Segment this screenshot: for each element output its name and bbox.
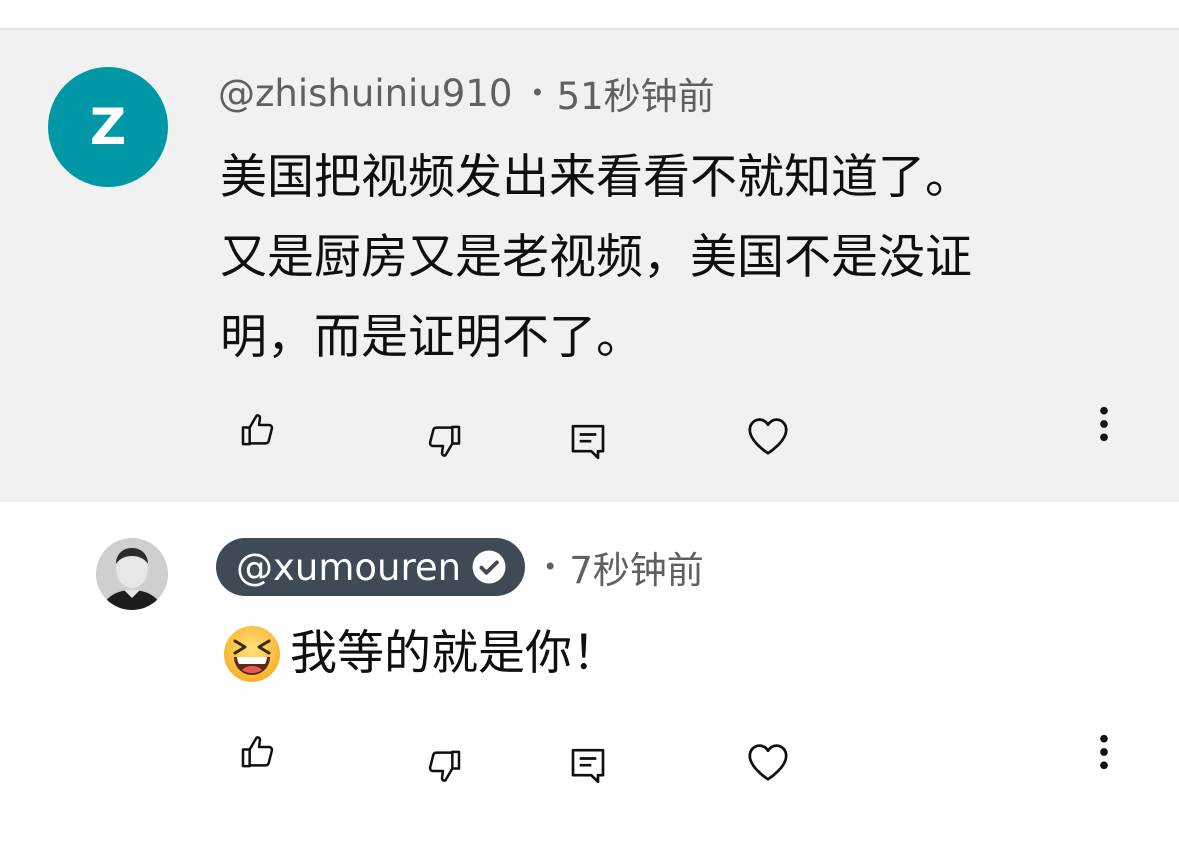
reply-button[interactable]	[564, 742, 612, 790]
top-divider-bar	[0, 0, 1179, 30]
avatar[interactable]: Z	[48, 67, 168, 187]
author-name[interactable]: @zhishuiniu910	[218, 72, 512, 115]
heart-button[interactable]	[744, 412, 792, 460]
comment-text-line: 又是厨房又是老视频，美国不是没证	[220, 230, 972, 285]
comment-card: @xumouren • 7秒钟前 我等的就是你！	[0, 502, 1179, 846]
more-icon	[1100, 734, 1108, 770]
reply-button[interactable]	[564, 418, 612, 466]
more-button[interactable]	[1080, 728, 1128, 776]
avatar-letter: Z	[89, 98, 127, 156]
user-photo-icon	[96, 538, 168, 610]
verified-check-icon	[472, 550, 506, 584]
more-button[interactable]	[1080, 400, 1128, 448]
heart-icon	[748, 418, 788, 455]
avatar[interactable]	[96, 538, 168, 610]
more-icon	[1100, 406, 1108, 442]
like-icon	[241, 414, 274, 446]
author-chip[interactable]: @xumouren	[216, 538, 526, 596]
separator-dot: •	[530, 79, 545, 107]
dislike-button[interactable]	[420, 417, 468, 465]
comment-header: @zhishuiniu910 • 51秒钟前	[218, 68, 715, 119]
comment-text-line: 美国把视频发出来看看不就知道了。	[220, 150, 972, 205]
like-icon	[241, 736, 274, 768]
heart-icon	[748, 744, 788, 781]
reply-icon	[571, 748, 605, 784]
comment-header: @xumouren • 7秒钟前	[216, 538, 704, 596]
dislike-icon	[428, 750, 461, 782]
reply-icon	[571, 424, 605, 460]
dislike-icon	[428, 425, 461, 457]
dislike-button[interactable]	[420, 742, 468, 790]
separator-dot: •	[543, 553, 558, 581]
like-button[interactable]	[234, 406, 282, 454]
comment-text-line: 我等的就是你！	[290, 626, 619, 681]
comment-card: Z @zhishuiniu910 • 51秒钟前 美国把视频发出来看看不就知道了…	[0, 30, 1179, 502]
comment-text: 我等的就是你！	[222, 614, 1122, 694]
author-name: @xumouren	[236, 545, 462, 589]
grinning-squinting-face-emoji	[224, 626, 280, 682]
timestamp: 51秒钟前	[556, 75, 715, 118]
like-button[interactable]	[234, 728, 282, 776]
heart-button[interactable]	[744, 738, 792, 786]
comment-text-line: 明，而是证明不了。	[220, 310, 643, 365]
comment-text: 美国把视频发出来看看不就知道了。 又是厨房又是老视频，美国不是没证 明，而是证明…	[220, 138, 1120, 378]
timestamp: 7秒钟前	[569, 549, 704, 592]
